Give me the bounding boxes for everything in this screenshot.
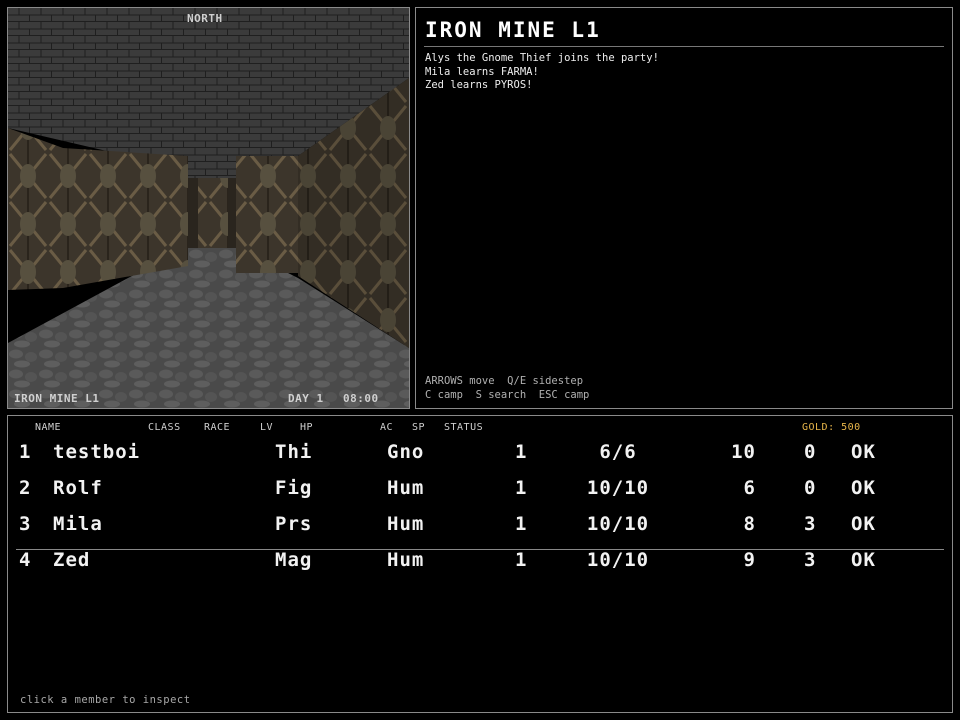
member-class: Prs [275,513,313,535]
gold-display: GOLD: 500 [802,422,861,433]
member-level: 1 [515,477,528,499]
member-slot-number: 1 [19,441,32,463]
member-status: OK [851,513,876,535]
member-hp: 10/10 [586,477,650,499]
party-roster-panel: NAME CLASS RACE LV HP AC SP STATUS GOLD:… [7,415,953,713]
member-level: 1 [515,441,528,463]
member-race: Hum [387,513,425,535]
member-slot-number: 4 [19,549,32,571]
member-name: Mila [53,513,103,535]
header-status: STATUS [444,422,484,433]
header-hp: HP [300,422,314,433]
time-label: 08:00 [343,392,379,405]
member-sp: 0 [804,441,817,463]
header-name: NAME [35,422,62,433]
member-status: OK [851,441,876,463]
day-label: DAY 1 [288,392,324,405]
party-member-row[interactable]: 4 Zed Mag Hum 1 10/10 9 3 OK [8,549,952,583]
dungeon-viewport: NORTH IRON MINE L1 DAY 1 08:00 [7,7,410,409]
member-class: Mag [275,549,313,571]
member-race: Hum [387,477,425,499]
member-sp: 3 [804,513,817,535]
member-level: 1 [515,549,528,571]
member-level: 1 [515,513,528,535]
member-status: OK [851,549,876,571]
member-slot-number: 3 [19,513,32,535]
member-sp: 0 [804,477,817,499]
member-race: Gno [387,441,425,463]
member-class: Thi [275,441,313,463]
member-name: Rolf [53,477,103,499]
party-member-row[interactable]: 1 testboi Thi Gno 1 6/6 10 0 OK [8,441,952,475]
member-ac: 6 [743,477,756,499]
member-slot-number: 2 [19,477,32,499]
controls-help-line1: ARROWS move Q/E sidestep [425,375,584,387]
compass-direction: NORTH [187,12,223,25]
header-sp: SP [412,422,426,433]
member-ac: 10 [731,441,756,463]
header-level: LV [260,422,274,433]
message-log: Alys the Gnome Thief joins the party! Mi… [425,52,659,93]
party-member-row[interactable]: 3 Mila Prs Hum 1 10/10 8 3 OK [8,513,952,547]
location-title: IRON MINE L1 [425,18,601,42]
controls-help-line2: C camp S search ESC camp [425,389,590,401]
header-ac: AC [380,422,394,433]
member-status: OK [851,477,876,499]
location-name: IRON MINE L1 [14,392,100,405]
corridor-view [8,8,409,408]
member-sp: 3 [804,549,817,571]
member-class: Fig [275,477,313,499]
member-name: testboi [53,441,141,463]
member-ac: 8 [743,513,756,535]
party-member-row[interactable]: 2 Rolf Fig Hum 1 10/10 6 0 OK [8,477,952,511]
gold-label: GOLD: [802,422,835,433]
member-ac: 9 [743,549,756,571]
log-message: Alys the Gnome Thief joins the party! [425,52,659,64]
member-hp: 6/6 [599,441,637,463]
message-log-panel: IRON MINE L1 Alys the Gnome Thief joins … [415,7,953,409]
header-class: CLASS [148,422,181,433]
title-divider [424,46,944,47]
log-message: Mila learns FARMA! [425,65,539,78]
member-hp: 10/10 [586,513,650,535]
member-hp: 10/10 [586,549,650,571]
inspect-hint: click a member to inspect [20,694,191,706]
member-race: Hum [387,549,425,571]
header-race: RACE [204,422,231,433]
gold-value: 500 [841,422,861,433]
member-name: Zed [53,549,91,571]
log-message: Zed learns PYROS! [425,79,533,91]
